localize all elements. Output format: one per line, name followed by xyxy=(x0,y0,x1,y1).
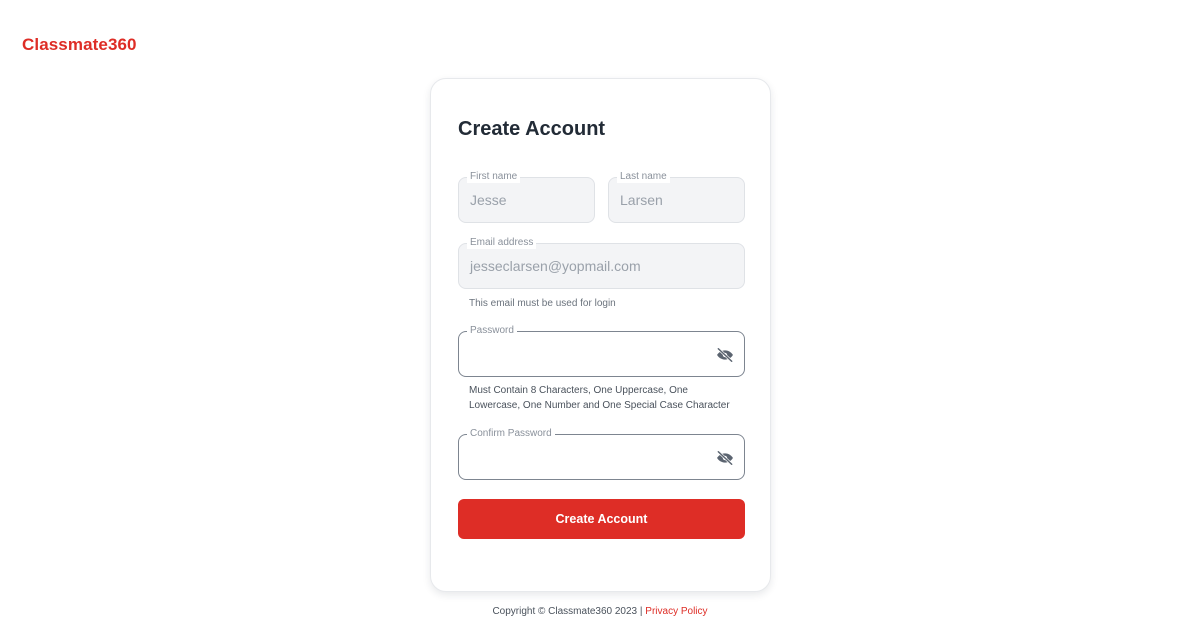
password-helper-line-2: Lowercase, One Number and One Special Ca… xyxy=(469,400,730,411)
first-name-value: Jesse xyxy=(470,192,507,208)
email-value: jesseclarsen@yopmail.com xyxy=(470,258,641,274)
create-account-card: Create Account First name Jesse Last nam… xyxy=(430,78,771,592)
confirm-password-label: Confirm Password xyxy=(467,428,555,440)
first-name-label: First name xyxy=(467,171,521,183)
password-helper-line-1: Must Contain 8 Characters, One Uppercase… xyxy=(469,385,688,396)
copyright-text: Copyright © Classmate360 2023 | xyxy=(492,606,646,617)
last-name-label: Last name xyxy=(617,171,670,183)
page-title: Create Account xyxy=(458,118,606,140)
brand-logo[interactable]: Classmate360 xyxy=(22,35,137,55)
email-field[interactable]: Email address jesseclarsen@yopmail.com xyxy=(458,237,745,289)
create-account-button[interactable]: Create Account xyxy=(458,499,745,539)
privacy-policy-link[interactable]: Privacy Policy xyxy=(645,606,707,617)
confirm-password-field[interactable]: Confirm Password xyxy=(458,428,745,480)
password-label: Password xyxy=(467,325,517,337)
eye-off-icon[interactable] xyxy=(715,345,735,365)
eye-off-icon[interactable] xyxy=(715,448,735,468)
footer: Copyright © Classmate360 2023 | Privacy … xyxy=(0,606,1200,617)
email-label: Email address xyxy=(467,237,537,249)
last-name-field[interactable]: Last name Larsen xyxy=(608,171,745,223)
last-name-value: Larsen xyxy=(620,192,663,208)
signup-page: Classmate360 Create Account First name J… xyxy=(0,0,1200,634)
first-name-field[interactable]: First name Jesse xyxy=(458,171,595,223)
email-helper-text: This email must be used for login xyxy=(469,298,616,309)
password-field[interactable]: Password xyxy=(458,325,745,377)
